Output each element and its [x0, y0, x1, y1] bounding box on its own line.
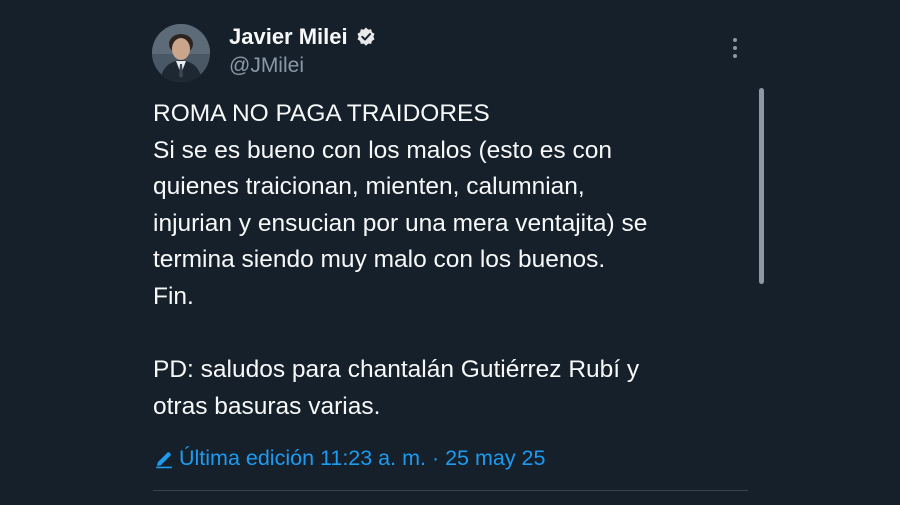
author-handle[interactable]: @JMilei [229, 54, 304, 78]
more-options-icon[interactable] [722, 36, 748, 60]
author-display-name[interactable]: Javier Milei [229, 24, 348, 50]
tweet-text-line: Fin. [153, 282, 194, 310]
tweet-card: Javier Milei @JMilei ROMA NO PAGA TRAIDO… [0, 0, 900, 505]
edit-history-label[interactable]: Última edición 11:23 a. m. · 25 may 25 [179, 446, 545, 471]
tweet-text-blank-line [153, 316, 753, 353]
pencil-icon [154, 449, 174, 469]
tweet-text-line: injurian y ensucian por una mera ventaji… [153, 209, 648, 237]
dot [733, 54, 737, 58]
tweet-text-line: ROMA NO PAGA TRAIDORES [153, 100, 490, 127]
tweet-text-line: termina siendo muy malo con los buenos. [153, 246, 606, 274]
author-name-row[interactable]: Javier Milei [229, 24, 377, 50]
tweet-text-line: otras basuras varias. [153, 392, 381, 420]
divider [153, 490, 748, 491]
tweet-text-line: PD: saludos para chantalán Gutiérrez Rub… [153, 356, 640, 384]
edit-history-link[interactable]: Última edición 11:23 a. m. · 25 may 25 [154, 446, 545, 471]
tweet-text: ROMA NO PAGA TRAIDORES Si se es bueno co… [153, 96, 753, 425]
tweet-text-line: Si se es bueno con los malos (esto es co… [153, 136, 612, 164]
dot [733, 46, 737, 50]
avatar[interactable] [152, 24, 210, 82]
dot [733, 38, 737, 42]
verified-badge-icon [355, 26, 377, 48]
tweet-text-line: quienes traicionan, mienten, calumnian, [153, 173, 585, 201]
scrollbar[interactable] [759, 88, 764, 284]
